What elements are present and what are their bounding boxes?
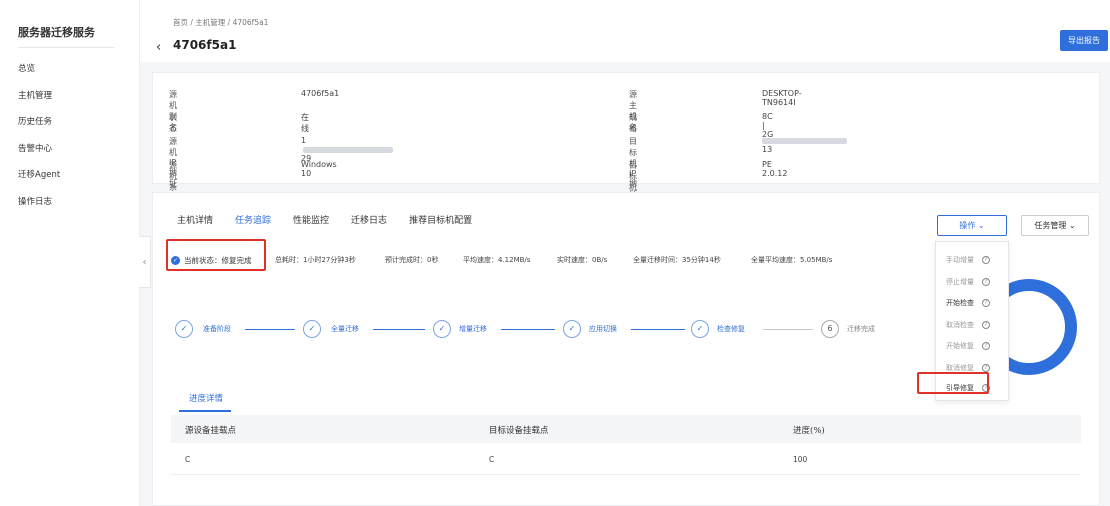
sidebar-item-alert-center[interactable]: 告警中心 bbox=[0, 136, 140, 163]
realtime-speed: 实时速度：0B/s bbox=[557, 256, 608, 264]
tab-task-tracking[interactable]: 任务追踪 bbox=[235, 213, 271, 230]
step-cutover-check-icon: ✓ bbox=[563, 320, 581, 338]
step-connector bbox=[763, 329, 813, 330]
step-check-repair-check-icon: ✓ bbox=[691, 320, 709, 338]
column-header: 进度(%) bbox=[793, 426, 825, 436]
current-status-text: 当前状态：修复完成 bbox=[184, 256, 252, 265]
sidebar-collapse-button[interactable]: ‹ bbox=[139, 236, 151, 288]
status-value: 在线 bbox=[301, 113, 309, 133]
spec-value: 8C | 2G bbox=[762, 112, 774, 139]
table-cell: C bbox=[489, 455, 495, 464]
step-incremental-check-icon: ✓ bbox=[433, 320, 451, 338]
page-header: 首页 / 主机管理 / 4706f5a1 ‹ 4706f5a1 导出报告 bbox=[140, 0, 1110, 62]
menu-item-label: 取消检查 bbox=[946, 321, 974, 329]
help-icon: ? bbox=[982, 256, 990, 264]
target-ip-suffix: 13 bbox=[762, 145, 773, 154]
step-cutover-label: 应用切换 bbox=[589, 325, 617, 333]
total-time: 总耗时：1小时27分钟3秒 bbox=[275, 256, 356, 264]
task-tracking-card: 主机详情 任务追踪 性能监控 迁移日志 推荐目标机配置 操作 ⌄ 任务管理 ⌄ … bbox=[152, 192, 1100, 506]
help-icon: ? bbox=[982, 299, 990, 307]
target-ip-value: 13 bbox=[762, 136, 849, 154]
tab-performance-monitor[interactable]: 性能监控 bbox=[293, 213, 329, 230]
column-header: 目标设备挂载点 bbox=[489, 426, 549, 436]
help-icon: ? bbox=[982, 342, 990, 350]
target-os-value: PE 2.0.12 bbox=[762, 160, 788, 178]
source-alias-value: 4706f5a1 bbox=[301, 89, 340, 98]
host-info-card: 源机别名 4706f5a1 源主机名 DESKTOP-TN9614I 状态 在线… bbox=[152, 72, 1100, 236]
average-speed: 平均速度：4.12MB/s bbox=[463, 256, 531, 264]
menu-item-start-check[interactable]: 开始检查? bbox=[946, 298, 990, 308]
source-ip-value: 129 bbox=[301, 136, 395, 163]
sidebar-item-host-management[interactable]: 主机管理 bbox=[0, 83, 140, 110]
table-header: 源设备挂载点 目标设备挂载点 进度(%) bbox=[171, 415, 1081, 443]
check-circle-icon: ✓ bbox=[171, 256, 180, 265]
sidebar-nav: 总览 主机管理 历史任务 告警中心 迁移Agent 操作日志 bbox=[0, 56, 140, 215]
menu-item-cancel-check[interactable]: 取消检查? bbox=[946, 320, 990, 330]
sidebar-divider bbox=[18, 47, 114, 48]
help-icon: ? bbox=[982, 278, 990, 286]
sidebar: 服务器迁移服务 总览 主机管理 历史任务 告警中心 迁移Agent 操作日志 bbox=[0, 0, 140, 506]
status-label: 状态 bbox=[169, 113, 177, 133]
step-prepare-check-icon: ✓ bbox=[175, 320, 193, 338]
menu-item-label: 手动增量 bbox=[946, 256, 974, 264]
menu-item-label: 停止增量 bbox=[946, 278, 974, 286]
guided-repair-highlight bbox=[917, 372, 989, 394]
step-full-migration-label: 全量迁移 bbox=[331, 325, 359, 333]
task-management-dropdown-button[interactable]: 任务管理 ⌄ bbox=[1021, 215, 1089, 236]
chevron-left-icon: ‹ bbox=[142, 256, 147, 268]
menu-item-stop-incremental[interactable]: 停止增量? bbox=[946, 277, 990, 287]
full-migration-time: 全量迁移时间：35分钟14秒 bbox=[633, 256, 721, 264]
step-connector bbox=[373, 329, 425, 330]
eta: 预计完成时：0秒 bbox=[385, 256, 439, 264]
redacted-blur bbox=[762, 137, 847, 144]
table-cell: C bbox=[185, 455, 191, 464]
back-arrow-icon[interactable]: ‹ bbox=[156, 40, 161, 55]
step-connector bbox=[245, 329, 295, 330]
table-cell: 100 bbox=[793, 455, 808, 464]
source-host-value: DESKTOP-TN9614I bbox=[762, 89, 802, 107]
menu-item-label: 开始检查 bbox=[946, 299, 974, 307]
step-full-migration-check-icon: ✓ bbox=[303, 320, 321, 338]
sidebar-item-operation-logs[interactable]: 操作日志 bbox=[0, 189, 140, 216]
sidebar-item-overview[interactable]: 总览 bbox=[0, 56, 140, 83]
step-complete-number: 6 bbox=[821, 320, 839, 338]
source-os-value: Windows 10 bbox=[301, 160, 337, 178]
menu-item-manual-incremental[interactable]: 手动增量? bbox=[946, 255, 990, 265]
sidebar-item-migration-agent[interactable]: 迁移Agent bbox=[0, 162, 140, 189]
breadcrumb[interactable]: 首页 / 主机管理 / 4706f5a1 bbox=[173, 17, 268, 28]
app-title: 服务器迁移服务 bbox=[18, 26, 95, 39]
step-complete-label: 迁移完成 bbox=[847, 325, 875, 333]
tab-host-details[interactable]: 主机详情 bbox=[177, 213, 213, 230]
step-check-repair-label: 检查修复 bbox=[717, 325, 745, 333]
detail-tabs: 主机详情 任务追踪 性能监控 迁移日志 推荐目标机配置 bbox=[177, 213, 494, 230]
tab-migration-logs[interactable]: 迁移日志 bbox=[351, 213, 387, 230]
step-incremental-label: 增量迁移 bbox=[459, 325, 487, 333]
sidebar-item-history-tasks[interactable]: 历史任务 bbox=[0, 109, 140, 136]
migration-steps: ✓ 准备阶段 ✓ 全量迁移 ✓ 增量迁移 ✓ 应用切换 ✓ 检查修复 6 迁移完… bbox=[175, 320, 915, 340]
help-icon: ? bbox=[982, 321, 990, 329]
tab-progress-details[interactable]: 进度详情 bbox=[189, 392, 223, 404]
column-header: 源设备挂载点 bbox=[185, 426, 237, 436]
table-row: C C 100 bbox=[171, 443, 1081, 475]
redacted-blur bbox=[303, 146, 393, 153]
menu-item-label: 开始修复 bbox=[946, 342, 974, 350]
source-ip-prefix: 1 bbox=[301, 136, 307, 145]
current-status: ✓ 当前状态：修复完成 bbox=[171, 255, 252, 266]
page-title: 4706f5a1 bbox=[173, 38, 237, 52]
tab-recommended-config[interactable]: 推荐目标机配置 bbox=[409, 213, 472, 230]
help-icon: ? bbox=[982, 364, 990, 372]
menu-item-start-repair[interactable]: 开始修复? bbox=[946, 341, 990, 351]
step-connector bbox=[501, 329, 555, 330]
export-report-button[interactable]: 导出报告 bbox=[1060, 30, 1108, 51]
progress-table: 源设备挂载点 目标设备挂载点 进度(%) C C 100 bbox=[171, 415, 1081, 475]
spec-label: 规格 bbox=[629, 113, 637, 133]
operations-dropdown-button[interactable]: 操作 ⌄ bbox=[937, 215, 1007, 236]
full-average-speed: 全量平均速度：5.05MB/s bbox=[751, 256, 833, 264]
subtab-underline bbox=[179, 410, 231, 412]
step-prepare-label: 准备阶段 bbox=[203, 325, 231, 333]
step-connector bbox=[631, 329, 685, 330]
